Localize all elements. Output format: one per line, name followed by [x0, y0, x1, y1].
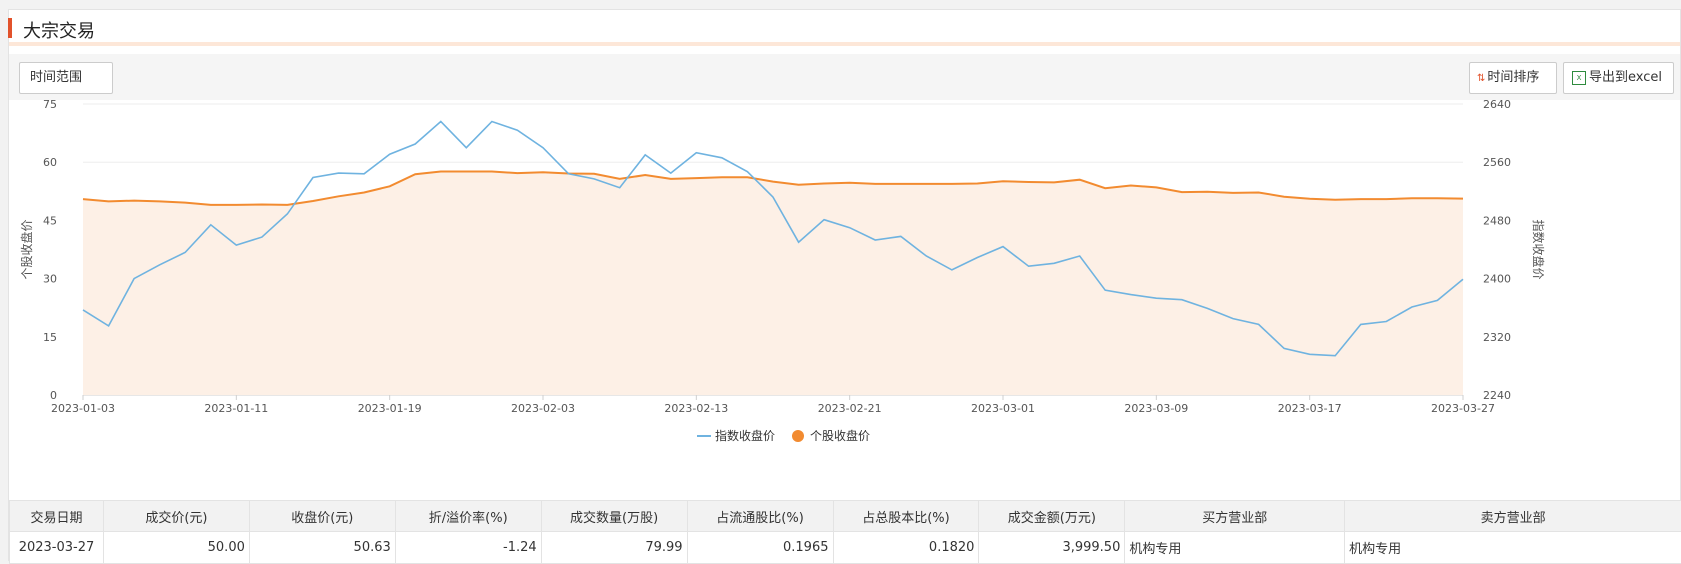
y-right-axis-title: 指数收盘价	[1531, 219, 1546, 279]
x-tick-label: 2023-01-19	[358, 402, 422, 415]
toolbar: 时间范围 ⇅时间排序 X导出到excel	[9, 54, 1680, 100]
title-accent-mark	[8, 18, 12, 38]
x-tick-label: 2023-02-03	[511, 402, 575, 415]
table-cell: -1.24	[395, 532, 541, 564]
x-tick-label: 2023-03-17	[1278, 402, 1342, 415]
table-header-cell: 成交价(元)	[103, 501, 249, 532]
sort-arrows-icon: ⇅	[1477, 73, 1485, 84]
x-tick-label: 2023-02-13	[664, 402, 728, 415]
table-cell: 2023-03-27	[10, 532, 104, 564]
y-left-tick-label: 30	[43, 273, 57, 286]
x-tick-label: 2023-02-21	[818, 402, 882, 415]
export-excel-button[interactable]: X导出到excel	[1563, 62, 1674, 94]
y-left-axis-title: 个股收盘价	[19, 219, 34, 279]
x-tick-label: 2023-03-27	[1431, 402, 1495, 415]
table-header-cell: 收盘价(元)	[249, 501, 395, 532]
y-right-tick-label: 2240	[1483, 389, 1511, 402]
y-left-tick-label: 45	[43, 214, 57, 227]
table-cell: 79.99	[541, 532, 687, 564]
time-range-button[interactable]: 时间范围	[19, 62, 113, 94]
y-left-tick-label: 15	[43, 331, 57, 344]
legend-stock-swatch	[792, 430, 804, 442]
y-right-tick-label: 2320	[1483, 331, 1511, 344]
x-tick-label: 2023-01-11	[204, 402, 268, 415]
table-cell: 机构专用	[1345, 532, 1681, 564]
table-header-row: 交易日期成交价(元)收盘价(元)折/溢价率(%)成交数量(万股)占流通股比(%)…	[10, 501, 1681, 532]
y-right-tick-label: 2480	[1483, 214, 1511, 227]
table-cell: 0.1820	[833, 532, 979, 564]
y-left-tick-label: 75	[43, 100, 57, 111]
table-cell: 0.1965	[687, 532, 833, 564]
table-header-cell: 成交金额(万元)	[979, 501, 1125, 532]
export-excel-label: 导出到excel	[1589, 70, 1662, 85]
legend-index-label: 指数收盘价	[715, 428, 775, 443]
table-header-cell: 交易日期	[10, 501, 104, 532]
time-sort-button[interactable]: ⇅时间排序	[1469, 62, 1557, 94]
table-cell: 50.63	[249, 532, 395, 564]
x-tick-label: 2023-03-01	[971, 402, 1035, 415]
title-bar: 大宗交易	[9, 10, 1680, 46]
price-chart: 0 15 30 45 60 75 2240 2320 2400 2480 2560 2640 个股收盘价…	[9, 100, 1681, 500]
table-cell: 机构专用	[1125, 532, 1345, 564]
table-header-cell: 成交数量(万股)	[541, 501, 687, 532]
table-header-cell: 折/溢价率(%)	[395, 501, 541, 532]
x-tick-label: 2023-03-09	[1124, 402, 1188, 415]
time-sort-label: 时间排序	[1487, 70, 1539, 85]
table-row: 2023-03-2750.0050.63-1.2479.990.19650.18…	[10, 532, 1681, 564]
panel-title: 大宗交易	[23, 17, 95, 43]
legend-stock-label: 个股收盘价	[810, 428, 870, 443]
y-left-tick-label: 0	[50, 389, 57, 402]
time-range-label: 时间范围	[30, 70, 82, 85]
y-left-tick-label: 60	[43, 156, 57, 169]
table-header-cell: 卖方营业部	[1345, 501, 1681, 532]
table-cell: 3,999.50	[979, 532, 1125, 564]
y-right-tick-label: 2560	[1483, 156, 1511, 169]
table-cell: 50.00	[103, 532, 249, 564]
table-header-cell: 买方营业部	[1125, 501, 1345, 532]
excel-icon: X	[1572, 71, 1586, 85]
block-trade-panel: 大宗交易 时间范围 ⇅时间排序 X导出到excel 0 15 30 45 60 75 224…	[8, 9, 1681, 561]
table-header-cell: 占流通股比(%)	[687, 501, 833, 532]
y-right-tick-label: 2640	[1483, 100, 1511, 111]
y-right-tick-label: 2400	[1483, 273, 1511, 286]
table-header-cell: 占总股本比(%)	[833, 501, 979, 532]
x-tick-label: 2023-01-03	[51, 402, 115, 415]
block-trade-table: 交易日期成交价(元)收盘价(元)折/溢价率(%)成交数量(万股)占流通股比(%)…	[9, 500, 1681, 564]
